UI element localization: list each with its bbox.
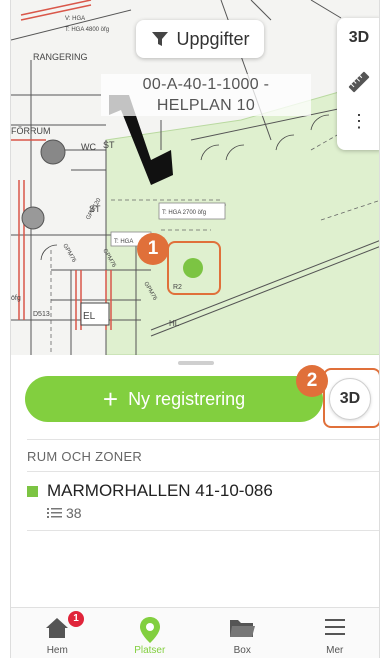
plan-label-hga: T: HGA bbox=[114, 239, 133, 245]
tab-label: Box bbox=[233, 645, 251, 656]
room-count-value: 38 bbox=[66, 505, 82, 521]
plan-label-d513: D513 bbox=[33, 311, 50, 318]
sheet-grabber[interactable] bbox=[178, 361, 214, 365]
floor-plan-map[interactable]: RANGERING FÖRRUM WC ST ST EL HL T: HGA 2… bbox=[11, 0, 379, 355]
app-screen: RANGERING FÖRRUM WC ST ST EL HL T: HGA 2… bbox=[10, 0, 380, 658]
divider bbox=[27, 471, 379, 472]
plan-label-t-hga-4800: T: HGA 4800 öfg bbox=[65, 27, 109, 33]
plan-label-el: EL bbox=[83, 311, 96, 322]
location-pin-icon bbox=[139, 617, 160, 643]
plan-label-rangering: RANGERING bbox=[33, 52, 88, 62]
location-marker[interactable] bbox=[183, 258, 203, 278]
plan-label-forrum: FÖRRUM bbox=[11, 126, 51, 136]
tab-label: Mer bbox=[326, 645, 344, 656]
bottom-sheet: + Ny registrering 3D 2 RUM OCH ZONER MAR… bbox=[11, 355, 379, 607]
map-3d-toggle[interactable]: 3D bbox=[337, 29, 379, 47]
plan-label-st-top: ST bbox=[103, 140, 115, 150]
column-marker bbox=[40, 139, 66, 165]
folder-icon bbox=[230, 620, 256, 637]
filter-label: Uppgifter bbox=[176, 28, 250, 49]
map-tool-panel: 3D ⋮ bbox=[337, 18, 379, 150]
tab-mer[interactable]: Mer bbox=[289, 608, 380, 658]
new-registration-button[interactable]: + Ny registrering bbox=[25, 376, 323, 422]
plan-label-hga-2700: T: HGA 2700 öfg bbox=[162, 210, 206, 216]
tab-label: Platser bbox=[134, 645, 166, 656]
tab-platser[interactable]: Platser bbox=[104, 608, 197, 658]
callout-badge-1: 1 bbox=[137, 233, 169, 265]
plan-label-v-hga: V: HGA bbox=[65, 16, 85, 22]
divider bbox=[27, 439, 379, 440]
column-marker bbox=[21, 206, 45, 230]
filter-icon bbox=[152, 32, 169, 46]
plan-label-hl: HL bbox=[169, 319, 180, 328]
ruler-icon[interactable] bbox=[347, 70, 371, 94]
tab-box[interactable]: Box bbox=[196, 608, 289, 658]
plan-label-ofg: öfg bbox=[11, 295, 21, 302]
room-color-swatch bbox=[27, 486, 38, 497]
more-options-icon[interactable]: ⋮ bbox=[337, 112, 379, 130]
plan-title-line2: HELPLAN 10 bbox=[156, 97, 256, 114]
plan-title-line1: 00-A-40-1-1000 - bbox=[142, 76, 270, 93]
filter-tasks-button[interactable]: Uppgifter bbox=[136, 20, 264, 58]
view-3d-button[interactable]: 3D bbox=[329, 378, 371, 420]
notification-badge: 1 bbox=[68, 611, 84, 627]
plan-label-wc: WC bbox=[81, 142, 96, 152]
tab-label: Hem bbox=[46, 645, 68, 656]
room-item-count: 38 bbox=[47, 505, 82, 521]
plan-label-gpm: GPM76 bbox=[61, 243, 77, 264]
room-name: MARMORHALLEN 41-10-086 bbox=[47, 481, 273, 500]
callout-badge-2: 2 bbox=[296, 365, 328, 397]
plan-title: 00-A-40-1-1000 - HELPLAN 10 bbox=[101, 74, 311, 116]
menu-icon bbox=[324, 619, 345, 635]
divider bbox=[27, 530, 379, 531]
plus-icon: + bbox=[102, 384, 119, 414]
home-icon bbox=[46, 618, 69, 638]
new-registration-label: Ny registrering bbox=[128, 388, 246, 409]
list-icon bbox=[47, 508, 62, 518]
tab-bar: 1 Hem Platser Box Mer bbox=[11, 607, 380, 658]
tab-hem[interactable]: 1 Hem bbox=[11, 608, 104, 658]
section-header-rooms: RUM OCH ZONER bbox=[27, 449, 143, 464]
